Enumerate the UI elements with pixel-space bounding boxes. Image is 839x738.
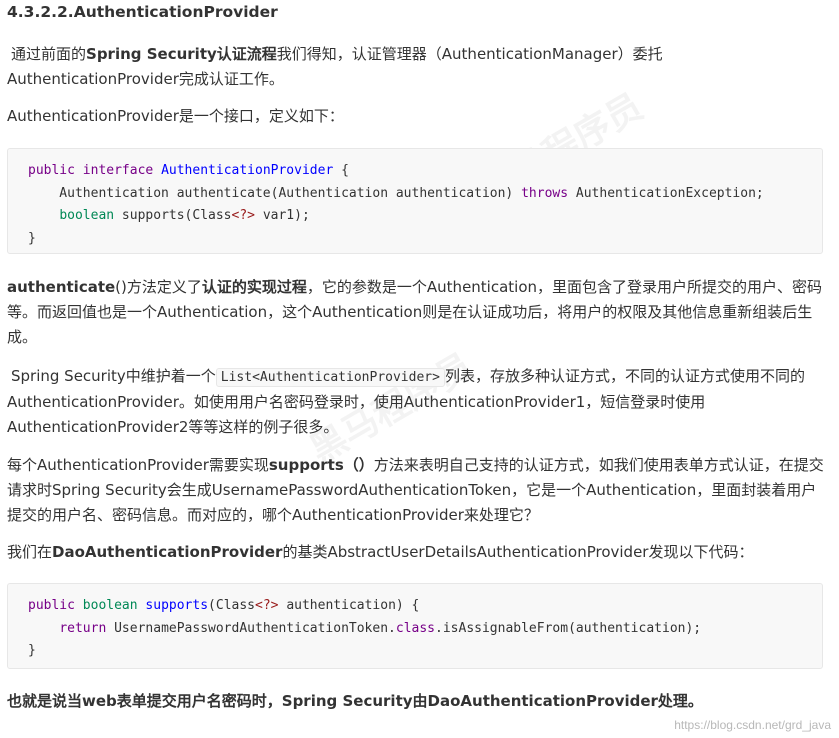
code-authenticate-a: Authentication authenticate(Authenticati… [28, 185, 522, 201]
code2-kw-class: class [395, 620, 436, 636]
code2-brace-close: } [28, 643, 36, 658]
code-kw-throws: throws [521, 185, 569, 201]
code-brace-open: { [333, 163, 349, 178]
section-heading: 4.3.2.2.AuthenticationProvider [7, 3, 278, 21]
code-generic-op: <?> [231, 208, 255, 223]
code-kw-boolean: boolean [59, 208, 115, 223]
code-interface-text: public interface AuthenticationProvider … [28, 160, 764, 250]
intro-text-a: 通过前面的 [11, 45, 87, 63]
code2-line1-a: (Class [208, 598, 256, 613]
provider-list-text-a: Spring Security中维护着一个 [11, 367, 216, 385]
code-def-name: AuthenticationProvider [161, 163, 334, 178]
code-supports-a: supports(Class [114, 208, 232, 223]
paragraph-provider-list: Spring Security中维护着一个 List<Authentication… [7, 364, 825, 440]
paragraph-dao: 我们在DaoAuthenticationProvider的基类AbstractU… [7, 540, 825, 565]
authenticate-text-a: ()方法定义了 [115, 278, 202, 296]
paragraph-supports: 每个AuthenticationProvider需要实现supports（）方法… [7, 453, 825, 528]
paragraph-intro: 通过前面的Spring Security认证流程我们得知，认证管理器（Authe… [7, 42, 825, 92]
dao-bold: DaoAuthenticationProvider [52, 543, 283, 561]
code-supports-b: var1); [255, 208, 310, 223]
dao-text-a: 我们在 [7, 543, 53, 561]
code-supports-text: public boolean supports(Class<?> authent… [28, 595, 701, 663]
paragraph-conclusion: 也就是说当web表单提交用户名密码时，Spring Security由DaoAu… [7, 692, 703, 710]
inline-code-list: List<AuthenticationProvider> [215, 368, 445, 387]
code-kw-public: public [28, 163, 75, 178]
paragraph-authenticate: authenticate()方法定义了认证的实现过程，它的参数是一个Authen… [7, 275, 825, 350]
code2-def-supports: supports [145, 598, 209, 613]
code-kw-interface: interface [82, 163, 154, 178]
code-block-supports: public boolean supports(Class<?> authent… [7, 583, 823, 669]
authenticate-bold-process: 认证的实现过程 [201, 278, 307, 296]
code2-line2-b: .isAssignableFrom(authentication); [435, 620, 702, 636]
document-page: 黑马程序员 黑马程序员 4.3.2.2.AuthenticationProvid… [0, 0, 839, 738]
dao-text-c: 的基类AbstractUserDetailsAuthenticationProv… [282, 543, 754, 561]
supports-bold: supports（） [268, 456, 374, 474]
code-block-interface: public interface AuthenticationProvider … [7, 148, 823, 254]
authenticate-bold: authenticate [7, 278, 116, 296]
code-brace-close: } [28, 230, 36, 246]
code-authenticate-b: AuthenticationException; [568, 185, 764, 201]
paragraph-interface-desc: AuthenticationProvider是一个接口，定义如下： [7, 107, 344, 125]
code2-kw-return: return [59, 620, 107, 636]
code2-line1-b: authentication) { [278, 598, 420, 613]
code2-kw-public: public [28, 598, 75, 613]
footer-source-url: https://blog.csdn.net/grd_java [674, 718, 831, 732]
intro-bold-flow: Spring Security认证流程 [86, 45, 277, 63]
code2-kw-boolean: boolean [82, 598, 138, 613]
supports-text-a: 每个AuthenticationProvider需要实现 [7, 456, 269, 474]
code2-line2-a: UsernamePasswordAuthenticationToken. [106, 620, 396, 636]
code2-generic-op: <?> [255, 598, 279, 613]
